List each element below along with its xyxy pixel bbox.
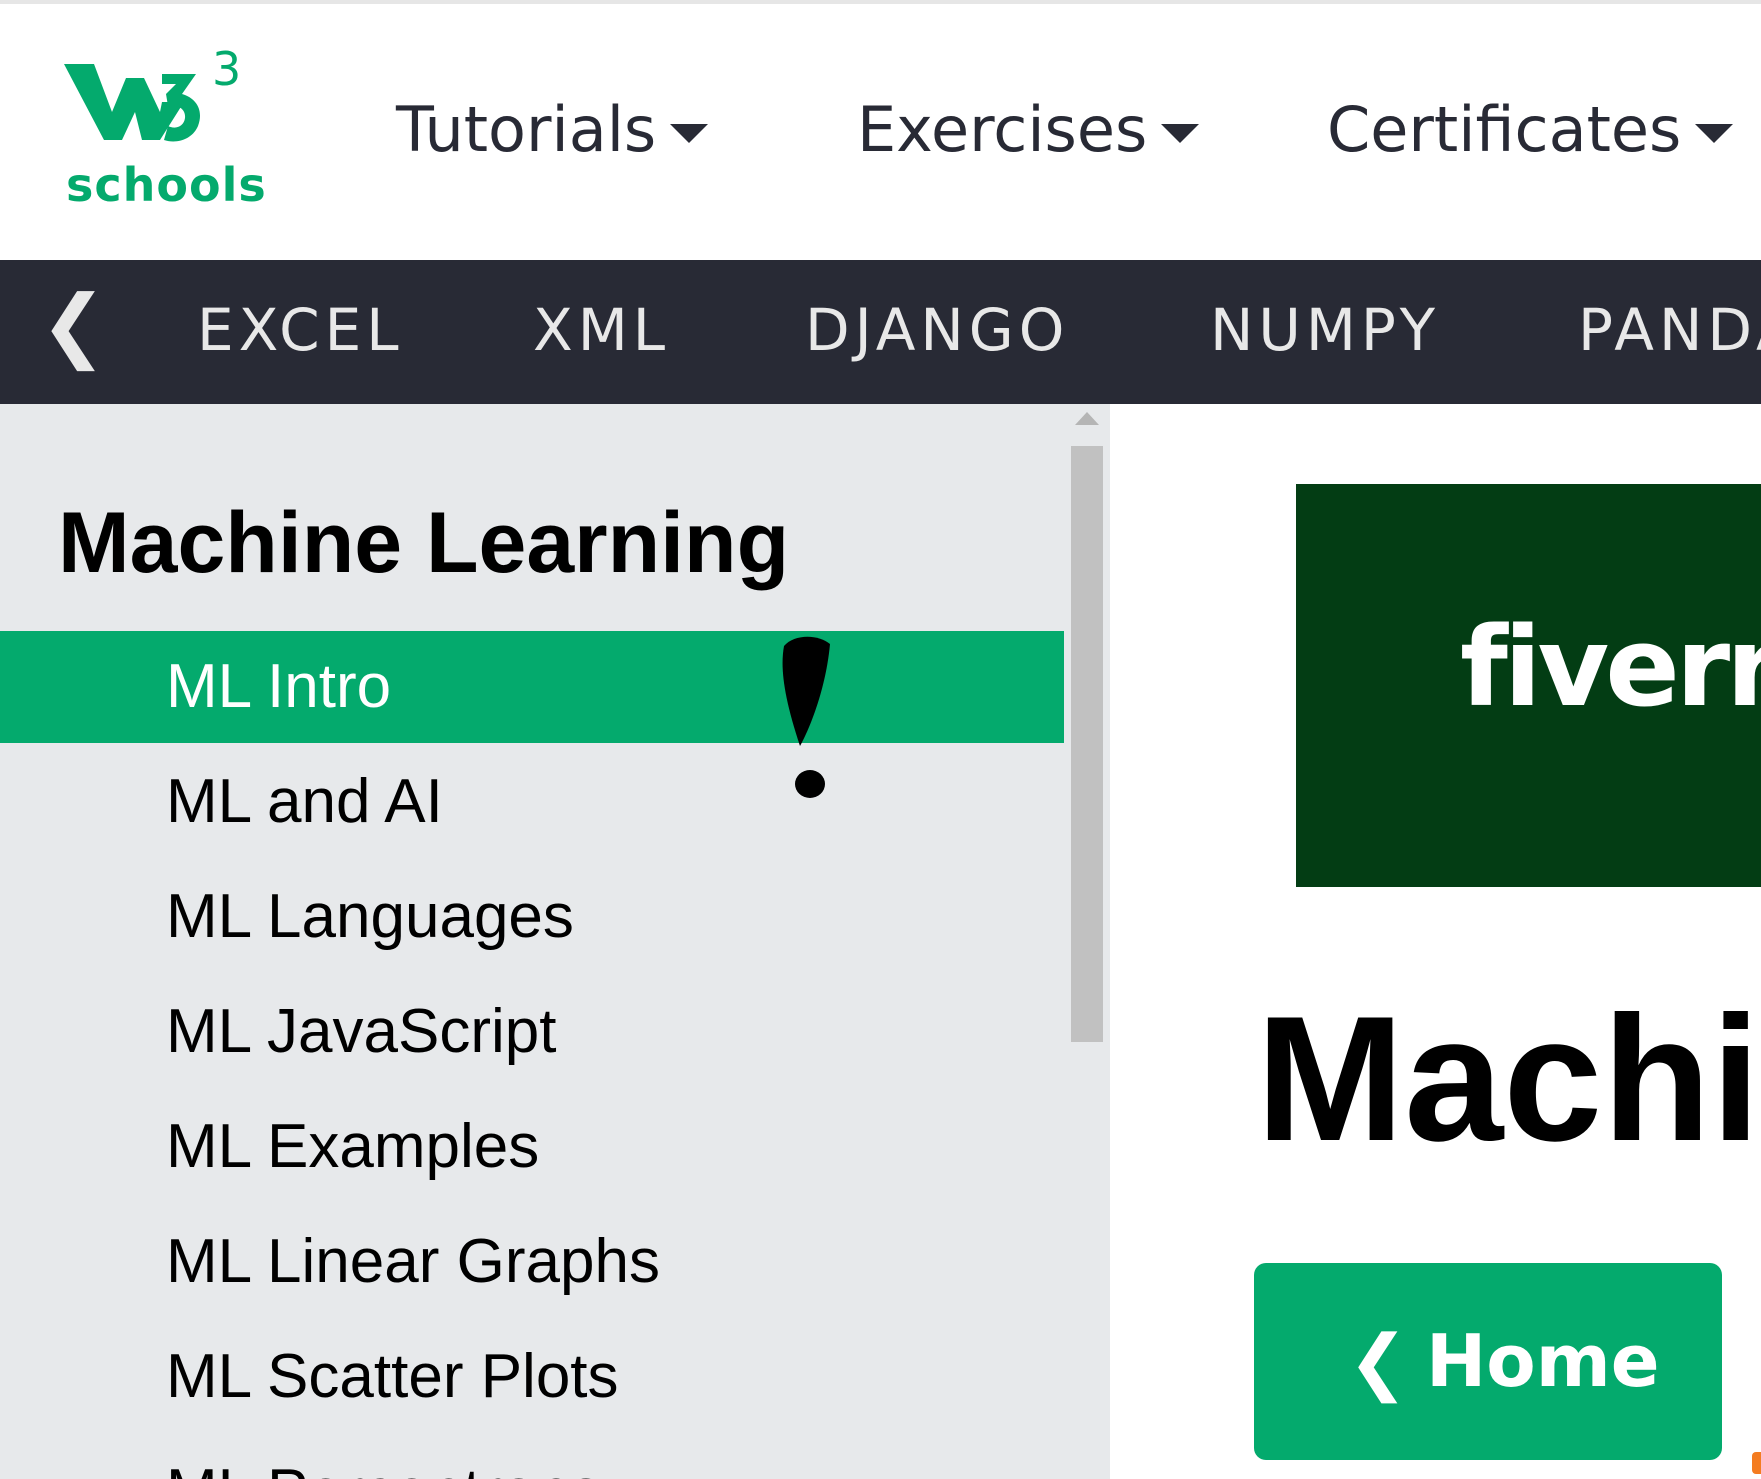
page-title: Machi [1256,979,1761,1178]
sidebar: Machine Learning ML Intro ML and AI ML L… [0,404,1064,1479]
w3schools-logo[interactable]: 3 schools [64,42,266,219]
scroll-up-arrow-icon[interactable] [1075,412,1099,425]
logo-text: schools [66,158,267,212]
chevron-left-icon: ❮ [1348,1319,1409,1403]
sidebar-item-ml-languages[interactable]: ML Languages [0,861,1064,973]
subnav-item-excel[interactable]: EXCEL [197,301,404,359]
sidebar-item-ml-linear-graphs[interactable]: ML Linear Graphs [0,1206,1064,1318]
w3-logo-mark-icon [64,64,201,142]
exclamation-mark-icon [782,636,830,798]
topnav-tutorials-label: Tutorials [396,93,657,166]
home-button[interactable]: ❮ Home [1254,1263,1722,1460]
scrollbar-thumb[interactable] [1071,446,1103,1042]
topnav-certificates-label: Certificates [1327,93,1682,166]
logo-superscript: 3 [212,42,242,96]
partial-orange-element [1752,1452,1761,1474]
subnav-item-pandas[interactable]: PANDA [1578,301,1761,359]
subnav-item-numpy[interactable]: NUMPY [1210,301,1440,359]
sidebar-item-ml-scatter-plots[interactable]: ML Scatter Plots [0,1321,1064,1433]
ad-text: fiverr [1460,603,1761,731]
topnav-exercises-label: Exercises [857,93,1148,166]
home-button-label: Home [1426,1319,1660,1403]
page: 3 schools Tutorials Exercises Certificat… [0,0,1761,1479]
caret-down-icon [1695,123,1734,143]
sidebar-item-ml-intro[interactable]: ML Intro [0,631,1064,743]
sidebar-title: Machine Learning [58,495,790,591]
caret-down-icon [670,123,709,143]
ad-banner[interactable]: fiverr [1296,484,1761,887]
topnav-tutorials[interactable]: Tutorials [396,93,709,166]
top-header: 3 schools Tutorials Exercises Certificat… [0,0,1761,260]
sidebar-item-ml-perceptrons[interactable]: ML Perceptrons [0,1436,1064,1479]
subnav-item-django[interactable]: DJANGO [805,301,1069,359]
sidebar-item-ml-and-ai[interactable]: ML and AI [0,746,1064,858]
subnav-item-xml[interactable]: XML [533,301,670,359]
sidebar-item-ml-examples[interactable]: ML Examples [0,1091,1064,1203]
topnav-certificates[interactable]: Certificates [1327,93,1734,166]
topnav-exercises[interactable]: Exercises [857,93,1200,166]
caret-down-icon [1161,123,1200,143]
chevron-left-icon[interactable]: ❮ [40,285,107,365]
sidebar-item-ml-javascript[interactable]: ML JavaScript [0,976,1064,1088]
